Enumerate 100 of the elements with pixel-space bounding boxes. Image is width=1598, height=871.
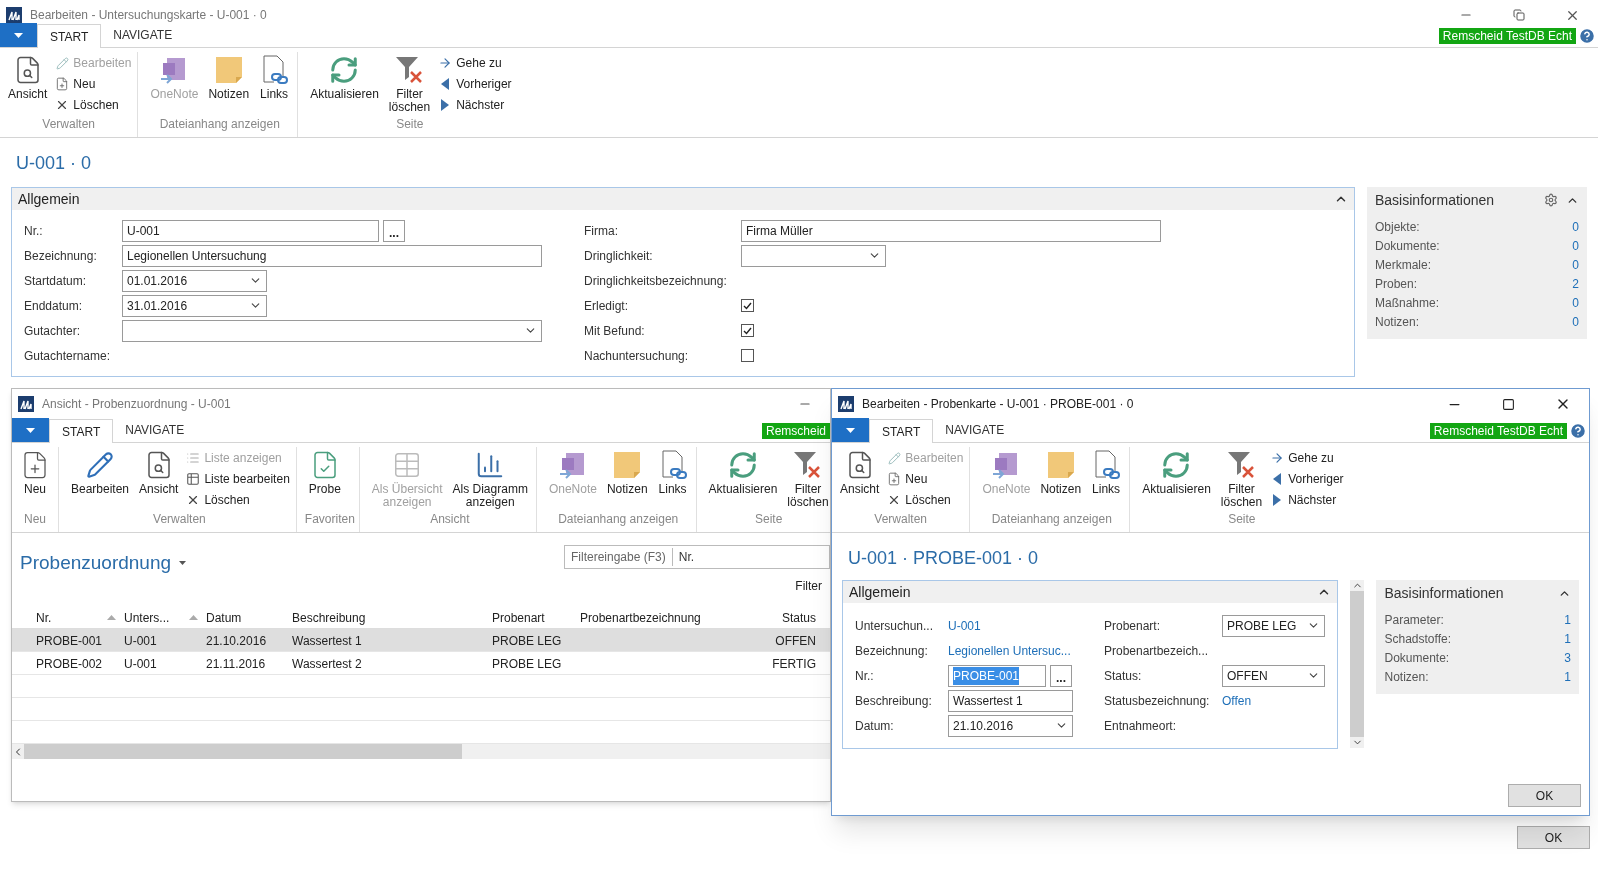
table-row[interactable]: PROBE-001 U-001 21.10.2016 Wassertest 1 PROBE LEG OFFEN <box>12 629 830 652</box>
ribbon-button[interactable]: Filter löschen <box>384 52 435 114</box>
dropdown-field[interactable]: OFFEN <box>1222 664 1325 687</box>
column-header[interactable]: Probenart <box>492 608 545 627</box>
ribbon-button[interactable]: Notizen <box>204 52 254 101</box>
ribbon-button[interactable]: Vorheriger <box>1268 470 1346 488</box>
column-header[interactable]: Datum <box>206 608 242 627</box>
fact-value[interactable]: 2 <box>1572 274 1579 293</box>
fact-value[interactable]: 3 <box>1564 648 1571 667</box>
fact-label: Schadstoffe: <box>1384 630 1451 648</box>
filter-field[interactable]: Filtereingabe (F3) Nr. <box>564 545 830 569</box>
ribbon-tab[interactable]: START <box>869 419 934 443</box>
restore-icon[interactable] <box>1513 9 1525 21</box>
ribbon-tab[interactable]: NAVIGATE <box>933 418 1017 442</box>
ribbon-button[interactable]: Ansicht <box>135 447 183 496</box>
ribbon-tab[interactable]: NAVIGATE <box>113 418 197 442</box>
checkbox[interactable] <box>741 324 754 337</box>
ribbon-button[interactable]: Probe <box>304 447 345 496</box>
ribbon-button[interactable]: Ansicht <box>836 447 884 496</box>
ribbon-button[interactable]: Links <box>255 52 294 101</box>
ribbon-button[interactable]: Neu <box>885 470 966 488</box>
column-header[interactable]: Nr. <box>36 608 116 627</box>
ribbon-button[interactable]: Löschen <box>184 491 292 509</box>
ribbon-button[interactable]: Löschen <box>885 491 966 509</box>
column-header[interactable]: Unters... <box>124 608 198 627</box>
field-link[interactable]: Offen <box>1222 691 1252 710</box>
ribbon-button[interactable]: Gehe zu <box>436 54 514 72</box>
panel-title: Allgemein <box>18 189 80 209</box>
ribbon-button[interactable]: Links <box>653 447 692 496</box>
fact-value[interactable]: 0 <box>1572 293 1579 312</box>
dropdown-field[interactable] <box>741 244 886 267</box>
settings-icon[interactable] <box>1544 193 1558 207</box>
ribbon-button[interactable]: Gehe zu <box>1268 449 1346 467</box>
date-field[interactable]: 21.10.2016 <box>948 714 1073 737</box>
ok-button[interactable]: OK <box>1517 826 1590 849</box>
field-label: Untersuchun... <box>855 617 935 635</box>
ribbon-button[interactable]: Filter löschen <box>1216 447 1267 509</box>
ribbon-button[interactable]: Aktualisieren <box>704 447 782 496</box>
ribbon-button[interactable]: Aktualisieren <box>1138 447 1215 496</box>
dropdown-field[interactable]: PROBE LEG <box>1222 614 1325 637</box>
ribbon-group-label: Favoriten <box>304 511 355 528</box>
ribbon-button[interactable]: Notizen <box>1036 447 1086 496</box>
column-header[interactable]: Beschreibung <box>292 608 366 627</box>
text-field[interactable]: U-001 <box>122 219 379 242</box>
dropdown-field[interactable] <box>122 319 542 342</box>
ribbon-button[interactable]: Bearbeiten <box>67 447 134 496</box>
ribbon-button[interactable]: Nächster <box>436 96 514 114</box>
checkbox[interactable] <box>741 349 754 362</box>
ribbon-button[interactable]: Liste bearbeiten <box>184 470 292 488</box>
table-row[interactable]: PROBE-002 U-001 21.11.2016 Wassertest 2 PROBE LEG FERTIG <box>12 652 830 675</box>
ribbon-button[interactable]: Neu <box>16 447 54 496</box>
fact-value[interactable]: 1 <box>1564 610 1571 629</box>
vertical-scrollbar[interactable] <box>1350 580 1365 748</box>
fact-value[interactable]: 0 <box>1572 217 1579 236</box>
table-cell: PROBE LEG <box>492 657 562 671</box>
lookup-button[interactable]: ... <box>1050 664 1072 687</box>
list-icon <box>186 451 201 465</box>
field-label: Mit Befund: <box>584 322 646 340</box>
app-menu-button[interactable] <box>832 418 869 442</box>
column-header[interactable]: Probenartbezeichnung <box>580 608 701 627</box>
filter-label: Filtereingabe (F3) <box>565 548 673 566</box>
checkbox[interactable] <box>741 299 754 312</box>
text-field[interactable]: Wassertest 1 <box>948 689 1073 712</box>
ribbon-button[interactable]: Notizen <box>602 447 652 496</box>
table-cell: PROBE-002 <box>36 657 103 671</box>
ribbon-button[interactable]: Ansicht <box>4 52 52 101</box>
text-field[interactable]: Legionellen Untersuchung <box>122 244 542 267</box>
column-header[interactable]: Status <box>781 608 816 627</box>
ribbon-button[interactable]: Löschen <box>53 96 134 114</box>
ribbon-tab[interactable]: NAVIGATE <box>101 23 185 47</box>
fact-value[interactable]: 0 <box>1572 236 1579 255</box>
page-title: U-001 · 0 <box>15 152 93 175</box>
field-link[interactable]: U-001 <box>948 616 981 635</box>
date-field[interactable]: 31.01.2016 <box>122 294 267 317</box>
fact-value[interactable]: 0 <box>1572 312 1579 331</box>
text-field[interactable]: Firma Müller <box>741 219 1161 242</box>
ribbon-button[interactable]: Als Diagramm anzeigen <box>448 447 532 509</box>
ribbon-button[interactable]: Neu <box>53 75 134 93</box>
environment-badge: Remscheid TestDB Echt <box>1438 28 1576 44</box>
ribbon-button[interactable]: Aktualisieren <box>306 52 383 101</box>
field-link[interactable]: Legionellen Untersuc... <box>948 641 1071 660</box>
ribbon-button[interactable]: Filter löschen <box>783 447 830 509</box>
horizontal-scrollbar[interactable] <box>12 744 830 759</box>
fact-value[interactable]: 1 <box>1564 667 1571 686</box>
fact-value[interactable]: 0 <box>1572 255 1579 274</box>
app-menu-button[interactable] <box>12 418 49 442</box>
app-menu-button[interactable] <box>0 23 37 47</box>
date-field[interactable]: 01.01.2016 <box>122 269 267 292</box>
table-cell: PROBE-001 <box>36 634 103 648</box>
ribbon-tab[interactable]: START <box>49 419 114 443</box>
fact-value[interactable]: 1 <box>1564 629 1571 648</box>
ribbon-group-label: Verwalten <box>152 511 207 528</box>
lookup-button[interactable]: ... <box>383 219 405 242</box>
maximize-icon[interactable] <box>1502 397 1515 411</box>
ok-button[interactable]: OK <box>1508 784 1581 807</box>
filter-link[interactable]: Filter <box>795 577 830 595</box>
ribbon-button[interactable]: Vorheriger <box>436 75 514 93</box>
ribbon-tab[interactable]: START <box>37 24 102 48</box>
ribbon-button[interactable]: Nächster <box>1268 491 1346 509</box>
ribbon-button[interactable]: Links <box>1087 447 1126 496</box>
